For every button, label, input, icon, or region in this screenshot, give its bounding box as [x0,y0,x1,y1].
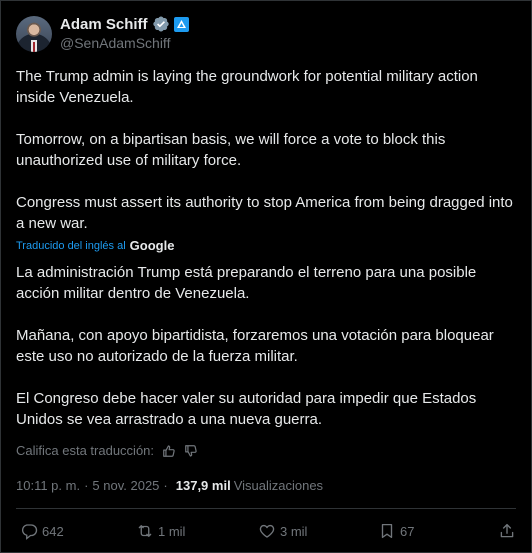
share-button[interactable] [498,519,516,543]
repost-icon [138,525,152,537]
reply-button[interactable]: 642 [20,519,64,543]
repost-button[interactable]: 1 mil [136,519,185,543]
government-badge-icon [173,16,189,32]
like-icon [259,524,275,538]
tweet-header: Adam Schiff @SenAdamSchiff [16,14,189,52]
tweet-time[interactable]: 10:11 p. m. [16,478,80,493]
translation-paragraph: La administración Trump está preparando … [16,264,477,302]
rate-translation: Califica esta traducción: [16,443,198,458]
thumbs-down-icon[interactable] [184,444,198,458]
avatar[interactable] [16,16,52,52]
author-display-name[interactable]: Adam Schiff [60,16,148,33]
author-handle[interactable]: @SenAdamSchiff [60,35,189,51]
repost-count: 1 mil [158,523,186,539]
action-bar: 642 1 mil 3 mil 67 [16,519,526,543]
translation-credit[interactable]: Traducido del inglés al Google [16,238,174,253]
translation-paragraph: El Congreso debe hacer valer su autorida… [16,390,477,428]
tweet-meta: 10:11 p. m. · 5 nov. 2025 · 137,9 mil Vi… [16,478,323,493]
tweet-paragraph: The Trump admin is laying the groundwork… [16,68,478,106]
name-row: Adam Schiff [60,14,189,34]
bookmark-count: 67 [400,523,415,539]
translation-credit-label: Traducido del inglés al [16,239,126,252]
share-icon [500,523,514,538]
meta-separator: · [84,478,89,493]
tweet-paragraph: Tomorrow, on a bipartisan basis, we will… [16,131,446,169]
translation-paragraph: Mañana, con apoyo bipartidista, forzarem… [16,327,494,365]
tweet-translated-text: La administración Trump está preparando … [16,262,521,430]
like-button[interactable]: 3 mil [258,519,307,543]
tweet-original-text: The Trump admin is laying the groundwork… [16,66,516,234]
tweet-date[interactable]: 5 nov. 2025 [92,478,159,493]
rate-translation-label: Califica esta traducción: [16,443,155,458]
views-count[interactable]: 137,9 mil [176,478,231,493]
views-label: Visualizaciones [233,478,324,493]
like-count: 3 mil [280,523,308,539]
bookmark-button[interactable]: 67 [378,519,414,543]
thumbs-up-icon[interactable] [162,444,176,458]
author-block: Adam Schiff @SenAdamSchiff [60,14,189,51]
reply-icon [21,524,38,540]
divider [16,508,516,509]
verified-badge-icon [152,16,169,32]
google-logo: Google [129,238,175,253]
meta-separator: · [163,478,168,493]
tweet-paragraph: Congress must assert its authority to st… [16,194,513,232]
bookmark-icon [381,523,393,539]
reply-count: 642 [42,523,64,539]
